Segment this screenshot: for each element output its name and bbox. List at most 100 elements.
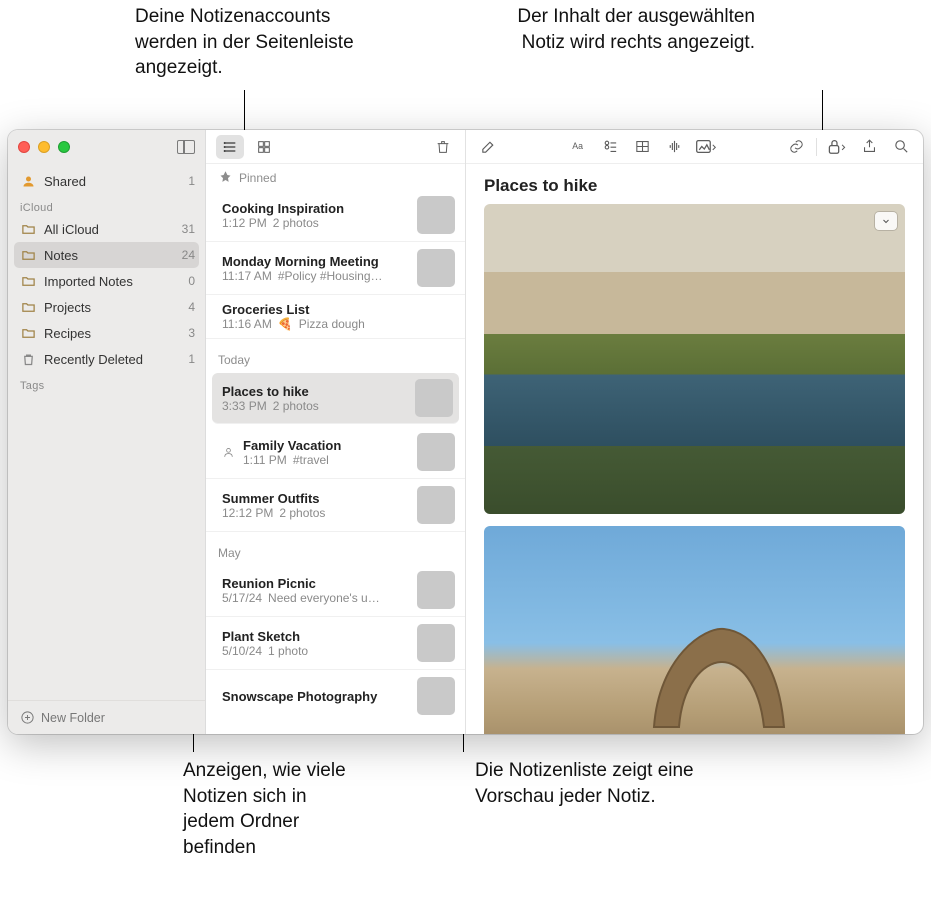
window-controls-area xyxy=(8,130,205,164)
note-thumbnail xyxy=(417,677,455,715)
note-preview: #travel xyxy=(293,453,329,467)
folder-icon xyxy=(20,222,36,237)
section-header-pinned: Pinned xyxy=(206,164,465,189)
minimize-window-button[interactable] xyxy=(38,141,50,153)
note-thumbnail xyxy=(417,486,455,524)
callout-bottom-right: Die Notizenliste zeigt eine Vorschau jed… xyxy=(475,758,695,809)
fullscreen-window-button[interactable] xyxy=(58,141,70,153)
folder-icon xyxy=(20,248,36,263)
compose-button[interactable] xyxy=(474,135,502,159)
note-title: Summer Outfits xyxy=(222,491,409,506)
close-window-button[interactable] xyxy=(18,141,30,153)
sidebar-section-tags: Tags xyxy=(8,372,205,394)
trash-icon xyxy=(20,352,36,367)
sidebar-item-all-icloud[interactable]: All iCloud 31 xyxy=(8,216,205,242)
note-title: Reunion Picnic xyxy=(222,576,409,591)
note-body-title: Places to hike xyxy=(484,176,905,196)
note-title: Places to hike xyxy=(222,384,407,399)
sidebar-item-count: 1 xyxy=(188,174,195,188)
note-row-summer-outfits[interactable]: Summer Outfits 12:12 PM 2 photos xyxy=(206,479,465,532)
note-photo-2[interactable] xyxy=(484,526,905,734)
share-button[interactable] xyxy=(855,135,883,159)
callout-top-left: Deine Notizenaccounts werden in der Seit… xyxy=(135,4,365,81)
note-row-reunion-picnic[interactable]: Reunion Picnic 5/17/24Need everyone's u… xyxy=(206,564,465,617)
note-title: Snowscape Photography xyxy=(222,689,409,704)
note-title: Groceries List xyxy=(222,302,455,317)
section-header-label: May xyxy=(218,546,241,560)
note-row-family-vacation[interactable]: Family Vacation 1:11 PM #travel xyxy=(206,426,465,479)
note-preview: 1 photo xyxy=(268,644,308,658)
note-title: Family Vacation xyxy=(243,438,409,453)
note-row-places-to-hike[interactable]: Places to hike 3:33 PM2 photos xyxy=(212,373,459,424)
media-button[interactable] xyxy=(692,135,720,159)
lock-button[interactable] xyxy=(823,135,851,159)
note-preview: 2 photos xyxy=(273,399,319,413)
callout-bottom-left: Anzeigen, wie viele Notizen sich in jede… xyxy=(183,758,363,861)
section-header-label: Today xyxy=(218,353,250,367)
note-thumbnail xyxy=(417,196,455,234)
new-folder-label: New Folder xyxy=(41,711,105,725)
sidebar-item-count: 1 xyxy=(188,352,195,366)
photo-expand-icon[interactable] xyxy=(875,212,897,230)
checklist-button[interactable] xyxy=(596,135,624,159)
note-preview: #Policy #Housing… xyxy=(278,269,383,283)
link-button[interactable] xyxy=(782,135,810,159)
note-time: 1:12 PM xyxy=(222,216,267,230)
sidebar-item-recently-deleted[interactable]: Recently Deleted 1 xyxy=(8,346,205,372)
note-title: Monday Morning Meeting xyxy=(222,254,409,269)
note-row-meeting[interactable]: Monday Morning Meeting 11:17 AM#Policy #… xyxy=(206,242,465,295)
note-time: 12:12 PM xyxy=(222,506,273,520)
sidebar-item-count: 31 xyxy=(182,222,195,236)
note-thumbnail xyxy=(417,624,455,662)
list-view-button[interactable] xyxy=(216,135,244,159)
table-button[interactable] xyxy=(628,135,656,159)
list-toolbar xyxy=(206,130,465,164)
sidebar-item-count: 4 xyxy=(188,300,195,314)
format-button[interactable]: Aa xyxy=(564,135,592,159)
note-body[interactable]: Places to hike xyxy=(466,164,923,734)
notes-list-column: Pinned Cooking Inspiration 1:12 PM2 phot… xyxy=(206,130,466,734)
rock-arch-shape xyxy=(644,617,794,734)
sidebar-item-label: All iCloud xyxy=(44,222,182,237)
note-thumbnail xyxy=(417,249,455,287)
notes-window: Shared 1 iCloud All iCloud 31 Notes 24 xyxy=(8,130,923,734)
note-row-groceries[interactable]: Groceries List 11:16 AM 🍕 Pizza dough xyxy=(206,295,465,339)
gallery-view-button[interactable] xyxy=(250,135,278,159)
sidebar-item-shared[interactable]: Shared 1 xyxy=(8,168,205,194)
sidebar-item-label: Projects xyxy=(44,300,188,315)
note-time: 1:11 PM xyxy=(243,453,287,467)
search-button[interactable] xyxy=(887,135,915,159)
section-header-today: Today xyxy=(206,339,465,371)
plus-circle-icon xyxy=(20,710,35,725)
note-title: Plant Sketch xyxy=(222,629,409,644)
note-time: 11:16 AM xyxy=(222,317,272,331)
note-preview: Need everyone's u… xyxy=(268,591,380,605)
note-preview: 2 photos xyxy=(279,506,325,520)
note-row-snowscape[interactable]: Snowscape Photography xyxy=(206,670,465,722)
sidebar-item-label: Shared xyxy=(44,174,188,189)
note-thumbnail xyxy=(415,379,453,417)
sidebar-item-imported[interactable]: Imported Notes 0 xyxy=(8,268,205,294)
note-thumbnail xyxy=(417,571,455,609)
note-row-cooking[interactable]: Cooking Inspiration 1:12 PM2 photos xyxy=(206,189,465,242)
note-time: 5/10/24 xyxy=(222,644,262,658)
sidebar-item-recipes[interactable]: Recipes 3 xyxy=(8,320,205,346)
audio-button[interactable] xyxy=(660,135,688,159)
notes-list-scroll[interactable]: Pinned Cooking Inspiration 1:12 PM2 phot… xyxy=(206,164,465,734)
note-content-column: Aa xyxy=(466,130,923,734)
traffic-lights xyxy=(18,141,70,153)
note-row-plant-sketch[interactable]: Plant Sketch 5/10/24 1 photo xyxy=(206,617,465,670)
sidebar-item-count: 3 xyxy=(188,326,195,340)
note-photo-1[interactable] xyxy=(484,204,905,514)
new-folder-button[interactable]: New Folder xyxy=(8,700,205,734)
note-preview: Pizza dough xyxy=(299,317,365,331)
delete-note-button[interactable] xyxy=(429,135,457,159)
toggle-sidebar-icon[interactable] xyxy=(177,140,195,154)
pin-icon xyxy=(218,170,233,185)
toolbar-separator xyxy=(816,138,817,156)
sidebar-item-projects[interactable]: Projects 4 xyxy=(8,294,205,320)
sidebar-item-notes[interactable]: Notes 24 xyxy=(14,242,199,268)
folder-icon xyxy=(20,300,36,315)
shared-icon xyxy=(20,174,36,189)
sidebar-item-count: 0 xyxy=(188,274,195,288)
